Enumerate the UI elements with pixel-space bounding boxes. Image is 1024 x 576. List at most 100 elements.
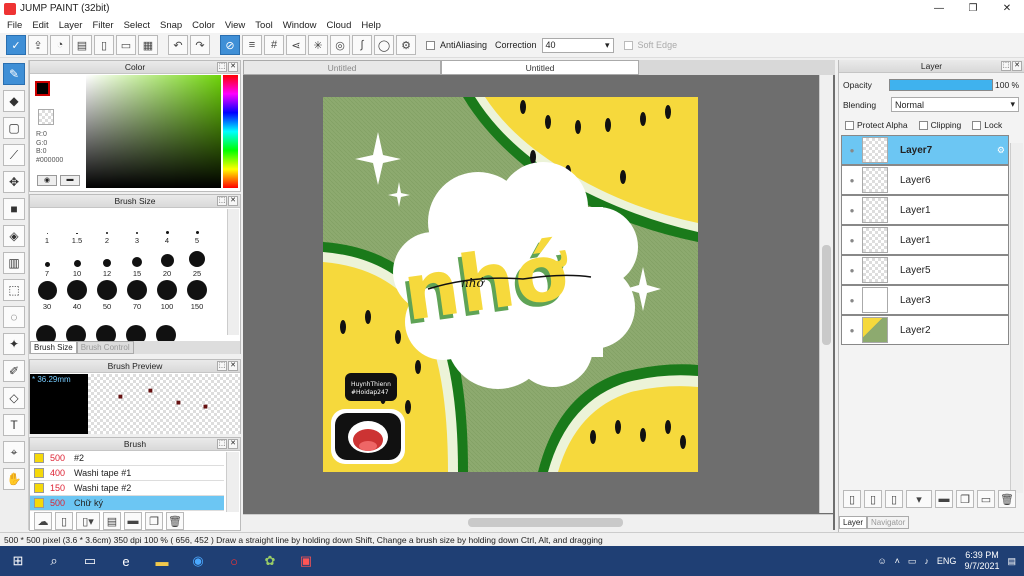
menu-view[interactable]: View <box>220 20 250 31</box>
hue-slider[interactable] <box>223 75 238 188</box>
grid-settings-icon[interactable]: ▦ <box>138 35 158 55</box>
canvas-horizontal-scrollbar[interactable] <box>243 514 833 530</box>
lasso-tool-icon[interactable]: ◌ <box>3 306 25 328</box>
network-icon[interactable]: ▭ <box>908 556 917 567</box>
brush-cloud-icon[interactable]: ☁ <box>34 512 52 530</box>
close-button[interactable]: ✕ <box>990 0 1024 17</box>
select-rect-tool-icon[interactable]: ⬚ <box>3 279 25 301</box>
menu-file[interactable]: File <box>2 20 27 31</box>
layer-row[interactable]: ● Layer1 <box>841 195 1009 225</box>
close-panel-icon[interactable]: ✕ <box>228 196 238 206</box>
antialiasing-checkbox[interactable] <box>426 40 435 50</box>
brush-size-cell[interactable]: 12 <box>92 245 122 278</box>
brush-add-menu-icon[interactable]: ▯▾ <box>76 512 100 530</box>
soft-edge-checkbox[interactable] <box>623 40 633 50</box>
close-panel-icon[interactable]: ✕ <box>228 439 238 449</box>
visibility-toggle-icon[interactable]: ● <box>842 286 862 314</box>
layer-folder-icon[interactable]: ▬ <box>935 490 953 508</box>
brush-size-cell[interactable]: 150 <box>182 278 212 311</box>
brush-item[interactable]: 150 Washi tape #2 <box>30 481 224 496</box>
settings-icon[interactable]: ⚙ <box>396 35 416 55</box>
search-icon[interactable]: ⌕ <box>36 546 72 576</box>
line-tool-icon[interactable]: ⟋ <box>3 144 25 166</box>
paint-app-icon[interactable]: ✿ <box>252 546 288 576</box>
document-icon[interactable]: ▭ <box>116 35 136 55</box>
menu-window[interactable]: Window <box>278 20 322 31</box>
visibility-toggle-icon[interactable]: ● <box>842 166 862 194</box>
share-icon[interactable]: ⇪ <box>28 35 48 55</box>
notification-icon[interactable]: ▤ <box>1007 556 1016 567</box>
brush-size-cell[interactable]: 3 <box>122 212 152 245</box>
layer-row-selected[interactable]: ● Layer7 ⚙ <box>841 135 1009 165</box>
brush-item-selected[interactable]: 500 Chữ ký <box>30 496 224 511</box>
gradient-tool-icon[interactable]: ▥ <box>3 252 25 274</box>
close-panel-icon[interactable]: ✕ <box>228 62 238 72</box>
visibility-toggle-icon[interactable]: ● <box>842 316 862 344</box>
tab-navigator[interactable]: Navigator <box>867 516 910 529</box>
tab-untitled-1[interactable]: Untitled <box>243 60 441 75</box>
clock[interactable]: 6:39 PM 9/7/2021 <box>964 550 999 572</box>
artwork-canvas[interactable]: nhớ nhớ nhớ HuynhThienn #Hoidap247 <box>323 97 698 472</box>
brush-size-cell[interactable]: 25 <box>182 245 212 278</box>
tab-brush-control[interactable]: Brush Control <box>76 341 134 354</box>
layer-list-scrollbar[interactable] <box>1010 143 1023 493</box>
protect-alpha-checkbox[interactable] <box>845 120 854 130</box>
menu-select[interactable]: Select <box>119 20 155 31</box>
tab-layer[interactable]: Layer <box>839 516 868 529</box>
float-icon[interactable]: ⬚ <box>217 361 227 371</box>
opacity-slider[interactable] <box>889 79 993 91</box>
vertical-scroll-thumb[interactable] <box>822 245 831 345</box>
transparent-color-swatch[interactable] <box>38 109 54 125</box>
magic-wand-tool-icon[interactable]: ✦ <box>3 333 25 355</box>
lock-checkbox[interactable] <box>972 120 982 130</box>
layer-add-menu-icon[interactable]: ▾ <box>906 490 932 508</box>
close-panel-icon[interactable]: ✕ <box>1012 61 1022 71</box>
people-icon[interactable]: ☺ <box>877 556 886 566</box>
layer-row[interactable]: ● Layer1 <box>841 225 1009 255</box>
brush-size-cell[interactable]: 70 <box>122 278 152 311</box>
brush-size-cell[interactable]: 40 <box>62 278 92 311</box>
page-icon[interactable]: ▯ <box>94 35 114 55</box>
duplicate-brush-icon[interactable]: ❐ <box>145 512 163 530</box>
brush-size-cell[interactable]: 2 <box>92 212 122 245</box>
visibility-toggle-icon[interactable]: ● <box>842 256 862 284</box>
new-8bit-layer-icon[interactable]: ▯ <box>864 490 882 508</box>
brush-size-cell[interactable]: 4 <box>152 212 182 245</box>
brush-item[interactable]: 500 #2 <box>30 451 224 466</box>
menu-layer[interactable]: Layer <box>54 20 88 31</box>
brush-size-cell[interactable]: 50 <box>92 278 122 311</box>
eraser-tool-icon[interactable]: ◆ <box>3 90 25 112</box>
brush-list-scrollbar[interactable] <box>226 452 239 512</box>
tab-untitled-2[interactable]: Untitled <box>441 60 639 75</box>
saturation-value-picker[interactable] <box>86 75 221 188</box>
menu-cloud[interactable]: Cloud <box>322 20 357 31</box>
layer-settings-gear-icon[interactable]: ⚙ <box>997 145 1005 156</box>
opera-icon[interactable]: ○ <box>216 546 252 576</box>
select-eraser-tool-icon[interactable]: ◇ <box>3 387 25 409</box>
brush-size-scrollbar[interactable] <box>227 209 239 335</box>
brush-folder-icon[interactable]: ▬ <box>124 512 142 530</box>
visibility-toggle-icon[interactable]: ● <box>842 226 862 254</box>
brush-settings-icon[interactable]: ▤ <box>103 512 121 530</box>
color-history-button[interactable]: ◉ <box>37 175 57 186</box>
close-panel-icon[interactable]: ✕ <box>228 361 238 371</box>
visibility-toggle-icon[interactable]: ● <box>842 196 862 224</box>
undo-icon[interactable]: ↶ <box>168 35 188 55</box>
horizontal-scroll-thumb[interactable] <box>468 518 623 527</box>
parallel-lines-icon[interactable]: ≡ <box>242 35 262 55</box>
message-icon[interactable]: ▤ <box>72 35 92 55</box>
new-brush-icon[interactable]: ▯ <box>55 512 73 530</box>
float-icon[interactable]: ⬚ <box>217 62 227 72</box>
brush-size-cell[interactable]: 30 <box>32 278 62 311</box>
new-layer-icon[interactable]: ▯ <box>843 490 861 508</box>
brush-size-cell[interactable]: 1 <box>32 212 62 245</box>
color-mode-button[interactable]: ▬ <box>60 175 80 186</box>
brush-size-cell[interactable]: 20 <box>152 245 182 278</box>
jump-paint-taskbar-icon[interactable]: ▣ <box>288 546 324 576</box>
brush-size-cell[interactable]: 15 <box>122 245 152 278</box>
layer-row[interactable]: ● Layer2 <box>841 315 1009 345</box>
brush-size-cell[interactable]: 100 <box>152 278 182 311</box>
tab-brush-size[interactable]: Brush Size <box>30 341 77 354</box>
fill-rect-tool-icon[interactable]: ■ <box>3 198 25 220</box>
volume-icon[interactable]: ♪ <box>924 556 929 566</box>
